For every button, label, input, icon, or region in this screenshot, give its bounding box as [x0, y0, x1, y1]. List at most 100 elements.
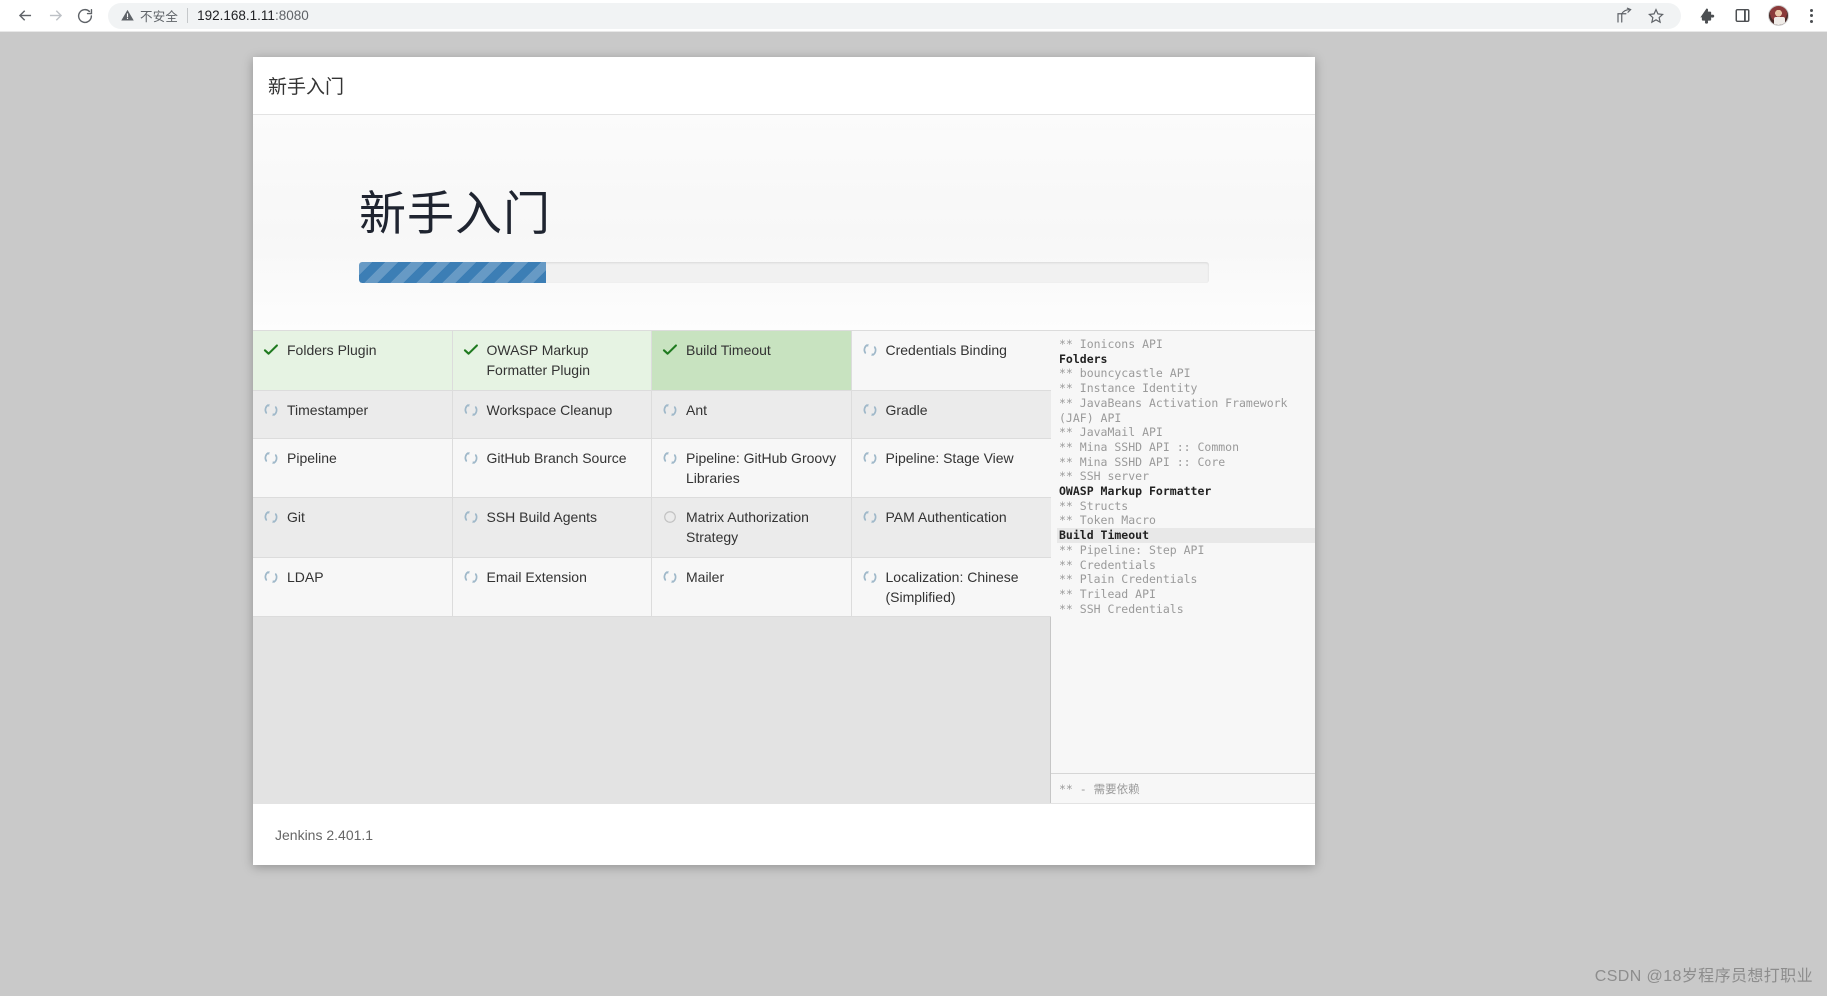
log-line: ** SSH Credentials	[1059, 601, 1184, 616]
log-line: ** Trilead API	[1059, 586, 1156, 601]
spinner-icon	[264, 511, 278, 524]
log-line: Folders	[1059, 351, 1108, 366]
forward-button[interactable]	[40, 1, 70, 31]
log-line: ** Ionicons API	[1059, 337, 1163, 351]
back-button[interactable]	[10, 1, 40, 31]
avatar[interactable]	[1768, 5, 1789, 26]
plugin-grid: Folders Plugin OWASP Markup Formatter Plu…	[253, 331, 1051, 618]
plugin-cell: Matrix Authorization Strategy	[652, 498, 852, 558]
wizard-header-title: 新手入门	[268, 77, 345, 98]
spinner-icon	[863, 343, 876, 357]
plugin-name: PAM Authentication	[885, 509, 1007, 526]
plugin-cell: Pipeline	[253, 438, 453, 499]
check-icon	[463, 344, 478, 355]
plugin-cell: Localization: Chinese (Simplified)	[851, 557, 1051, 618]
plugin-cell: PAM Authentication	[851, 498, 1051, 558]
log-line: Build Timeout	[1057, 528, 1315, 543]
log-line: ** bouncycastle API	[1059, 366, 1191, 381]
plugin-name: Ant	[686, 401, 708, 418]
log-line: ** Credentials	[1059, 557, 1156, 572]
plugin-name: Pipeline	[287, 449, 337, 466]
security-status-label: 不安全	[140, 10, 179, 24]
wizard-footer: Jenkins 2.401.1	[253, 803, 1315, 865]
plugin-cell: OWASP Markup Formatter Plugin	[452, 331, 652, 391]
plugin-cell: Email Extension	[452, 557, 652, 618]
share-icon[interactable]	[1615, 7, 1633, 25]
dependency-log-panel[interactable]: ** Ionicons API Folders ** bouncycastle AP…	[1051, 331, 1315, 803]
spinner-icon	[863, 511, 876, 524]
bookmark-star-icon[interactable]	[1647, 7, 1665, 25]
spinner-icon	[264, 570, 278, 583]
kebab-menu-icon[interactable]	[1806, 7, 1817, 25]
log-legend-text: ** - 需要依赖	[1059, 781, 1140, 796]
check-icon	[662, 344, 677, 355]
plugin-cell: Build Timeout	[652, 331, 852, 391]
plugin-cell: LDAP	[253, 557, 453, 618]
plugin-name: Timestamper	[287, 401, 369, 418]
plugin-name: OWASP Markup Formatter Plugin	[486, 342, 590, 379]
warning-triangle-icon	[121, 9, 134, 21]
page-title: 新手入门	[359, 187, 551, 240]
install-progress-bar	[359, 262, 1209, 283]
omnibox-divider	[187, 8, 189, 23]
wizard-hero: 新手入门	[253, 115, 1315, 331]
dependency-log-list: ** Ionicons API Folders ** bouncycastle AP…	[1051, 331, 1315, 773]
spinner-icon	[663, 403, 677, 416]
spinner-icon	[464, 451, 477, 464]
plugin-name: Workspace Cleanup	[486, 401, 613, 418]
spinner-icon	[663, 451, 677, 464]
plugin-name: Email Extension	[486, 568, 587, 585]
plugin-name: Pipeline: Stage View	[885, 449, 1014, 466]
arrow-left-icon	[18, 10, 31, 21]
jenkins-version-label: Jenkins 2.401.1	[275, 826, 374, 843]
plugin-name: Git	[287, 509, 305, 526]
reload-icon	[77, 8, 93, 23]
plugin-name: Mailer	[686, 568, 725, 585]
plugin-cell: Gradle	[851, 390, 1051, 439]
plugin-cell: Credentials Binding	[851, 331, 1051, 391]
log-line: ** SSH server	[1059, 469, 1150, 484]
log-line: ** Mina SSHD API :: Common	[1059, 439, 1240, 454]
plugin-name: Matrix Authorization Strategy	[686, 509, 809, 546]
check-icon	[263, 344, 278, 355]
plugin-install-area: Folders Plugin OWASP Markup Formatter Plu…	[253, 331, 1051, 803]
reload-button[interactable]	[70, 1, 100, 31]
plugin-cell: Ant	[652, 390, 852, 439]
wizard-header: 新手入门	[253, 57, 1315, 115]
plugin-cell: Pipeline: Stage View	[851, 438, 1051, 499]
address-bar[interactable]: 不安全 192.168.1.11:8080	[108, 2, 1681, 29]
browser-toolbar: 不安全 192.168.1.11:8080	[0, 0, 1827, 32]
log-line: ** JavaBeans Activation Framework	[1059, 395, 1288, 410]
log-line: ** Plain Credentials	[1059, 572, 1198, 587]
spinner-icon	[863, 451, 876, 464]
plugin-name: GitHub Branch Source	[486, 449, 627, 466]
side-panel-icon[interactable]	[1734, 7, 1751, 24]
spinner-icon	[663, 570, 677, 583]
plugin-name: Localization: Chinese (Simplified)	[885, 568, 1019, 606]
log-line: ** Token Macro	[1059, 513, 1156, 528]
toolbar-icon-group	[1699, 5, 1817, 26]
csdn-watermark: CSDN @18岁程序员想打职业	[1594, 968, 1813, 985]
spinner-icon	[863, 403, 876, 416]
log-line: ** Pipeline: Step API	[1059, 542, 1205, 557]
plugin-name: Folders Plugin	[287, 342, 377, 358]
spinner-icon	[464, 570, 477, 583]
plugin-cell: Git	[253, 498, 453, 558]
puzzle-piece-icon[interactable]	[1699, 7, 1717, 25]
plugin-name: Build Timeout	[686, 342, 771, 358]
plugin-cell: Timestamper	[253, 390, 453, 439]
spinner-icon	[863, 570, 876, 583]
log-line: OWASP Markup Formatter	[1059, 484, 1212, 499]
plugin-cell: Mailer	[652, 557, 852, 618]
plugin-cell: Folders Plugin	[253, 331, 453, 391]
arrow-right-icon	[49, 10, 62, 21]
log-line: (JAF) API	[1059, 410, 1122, 425]
plugin-name: Pipeline: GitHub Groovy Libraries	[686, 449, 837, 486]
log-legend: ** - 需要依赖	[1051, 773, 1315, 803]
plugin-cell: Workspace Cleanup	[452, 390, 652, 439]
plugin-name: Credentials Binding	[885, 342, 1007, 358]
log-line: ** Structs	[1059, 498, 1129, 513]
spinner-icon	[264, 403, 278, 416]
plugin-cell: Pipeline: GitHub Groovy Libraries	[652, 438, 852, 499]
spinner-icon	[264, 451, 278, 464]
